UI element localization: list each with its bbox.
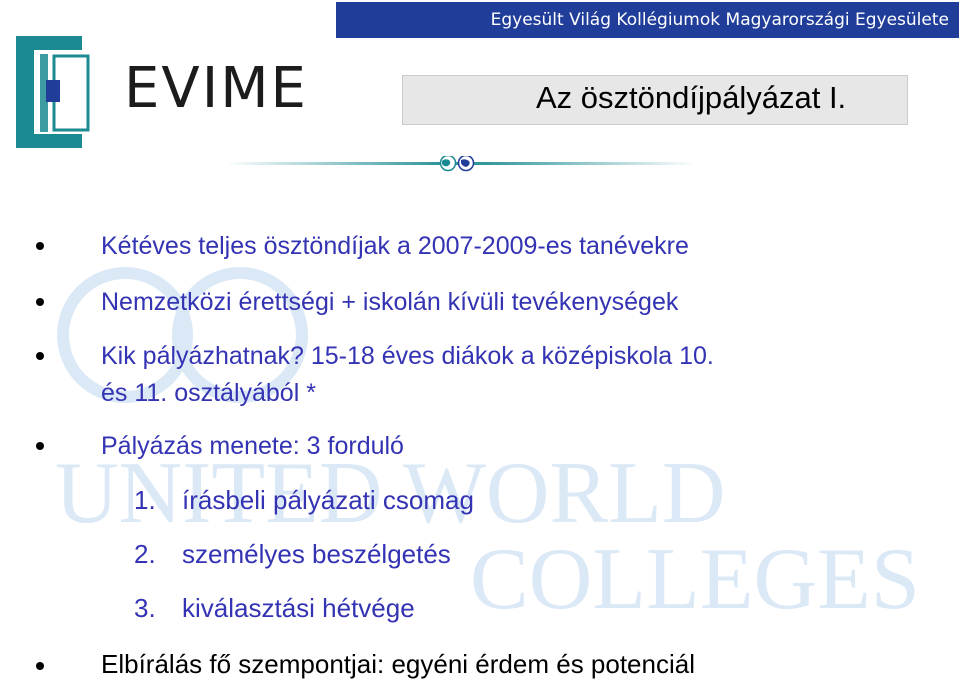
bullet-item-eligibility-cont: és 11. osztályából * [101, 379, 316, 407]
bullet-item-eligibility: Kik pályázhatnak? 15-18 éves diákok a kö… [101, 342, 714, 370]
bullet-item-process: Pályázás menete: 3 forduló [101, 432, 404, 460]
step-interview: személyes beszélgetés [182, 539, 451, 569]
bullet-item-baccalaureate: Nemzetközi érettségi + iskolán kívüli te… [101, 288, 679, 316]
bullet-dot [36, 662, 44, 670]
step-number: 1. [134, 485, 156, 515]
step-number: 3. [134, 593, 156, 623]
bullet-dot [36, 298, 44, 306]
bullet-list: Kétéves teljes ösztöndíjak a 2007-2009-e… [0, 0, 959, 687]
bullet-item-scholarship: Kétéves teljes ösztöndíjak a 2007-2009-e… [101, 232, 689, 260]
step-selection-weekend: kiválasztási hétvége [182, 593, 415, 623]
bullet-dot [36, 352, 44, 360]
bullet-item-evaluation: Elbírálás fő szempontjai: egyéni érdem é… [101, 649, 695, 679]
bullet-dot [36, 442, 44, 450]
bullet-dot [36, 242, 44, 250]
step-written-application: írásbeli pályázati csomag [182, 485, 474, 515]
step-number: 2. [134, 539, 156, 569]
